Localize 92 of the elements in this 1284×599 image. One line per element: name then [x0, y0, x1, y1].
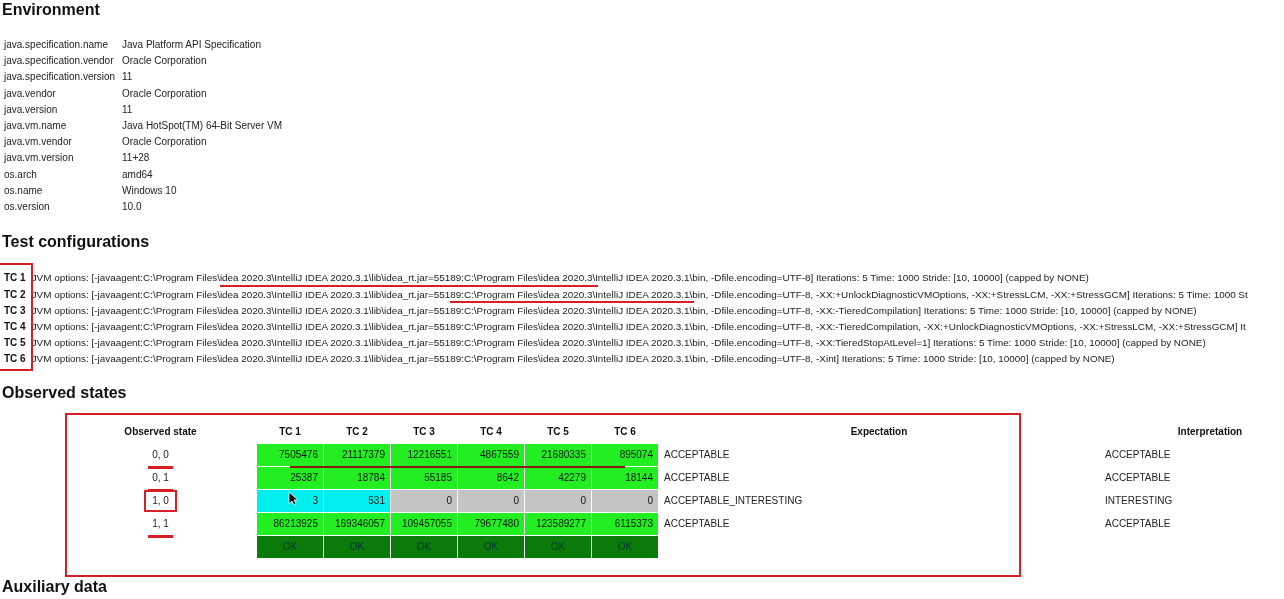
property-name: java.specification.name: [4, 38, 109, 52]
property-name: java.vm.vendor: [4, 135, 73, 150]
expectation-text: ACCEPTABLE: [663, 471, 731, 486]
interpretation-text: ACCEPTABLE: [1104, 448, 1172, 463]
verdict-cell: OK: [458, 536, 524, 559]
count-cell: 4867559: [458, 444, 524, 467]
count-cell: 25387: [257, 467, 323, 490]
property-value: Java HotSpot(TM) 64-Bit Server VM: [122, 119, 283, 133]
section-heading: Environment: [1, 0, 101, 20]
count-cell: 12216551: [391, 444, 457, 467]
count-cell: 8642: [458, 467, 524, 490]
section-heading: Test configurations: [1, 232, 151, 253]
count-cell: 21680335: [525, 444, 591, 467]
verdict-cell: OK: [391, 536, 457, 559]
count-cell: 18144: [592, 467, 658, 490]
count-cell: 0: [592, 490, 658, 513]
column-header: TC 1: [278, 425, 302, 440]
count-cell: 3: [257, 490, 323, 513]
count-cell: 55185: [391, 467, 457, 490]
column-header: Expectation: [849, 425, 909, 440]
section-heading: Observed states: [1, 383, 128, 404]
verdict-cell: OK: [257, 536, 323, 559]
expectation-text: ACCEPTABLE_INTERESTING: [663, 494, 804, 509]
interpretation-text: ACCEPTABLE: [1104, 471, 1172, 486]
verdict-cell: OK: [525, 536, 591, 559]
state-label: 0, 0: [152, 448, 169, 463]
annotation-underline: [148, 466, 173, 470]
config-label: TC 6: [4, 353, 26, 366]
column-header: TC 3: [412, 425, 436, 440]
property-name: os.version: [4, 200, 51, 215]
mouse-cursor-icon: [288, 491, 298, 507]
column-header: TC 5: [546, 425, 570, 440]
config-label: TC 2: [4, 288, 26, 301]
count-cell: 86213925: [257, 513, 323, 536]
count-cell: 123589277: [525, 513, 591, 536]
expectation-text: ACCEPTABLE: [663, 448, 731, 463]
property-value: Oracle Corporation: [122, 86, 208, 101]
count-cell: 79677480: [458, 513, 524, 536]
count-cell: 109457055: [391, 513, 457, 536]
verdict-cell: OK: [324, 536, 390, 559]
column-header: TC 2: [345, 425, 369, 440]
state-label: 1, 1: [152, 517, 169, 532]
column-header: Interpretation: [1176, 425, 1244, 440]
config-options: JVM options: [-javaagent:C:\Program Files\idea 2020.3\IntelliJ IDEA 2020.3.1\lib\idea_rt.jar=55189:C:\Program Files\idea 2020.3\IntelliJ IDEA 2020.3.1\bin, -Dfile.encoding=UTF-8, -XX:TieredStopAtLevel=1] Iterations: 5 Time: 1000 Stride: [10, 10000] (capped by NONE): [31, 337, 1206, 350]
interpretation-text: INTERESTING: [1104, 494, 1174, 509]
section-heading: Auxiliary data: [1, 577, 108, 598]
property-value: 10.0: [122, 200, 143, 215]
property-name: java.vm.name: [4, 119, 68, 133]
count-cell: 0: [391, 490, 457, 513]
interpretation-text: ACCEPTABLE: [1104, 517, 1172, 532]
count-cell: 42279: [525, 467, 591, 490]
expectation-text: ACCEPTABLE: [663, 517, 731, 532]
property-name: java.vendor: [4, 86, 57, 101]
property-name: java.vm.version: [4, 151, 75, 166]
property-name: java.specification.vendor: [4, 54, 115, 69]
property-name: java.version: [4, 102, 59, 117]
state-label: 0, 1: [152, 471, 169, 486]
property-value: Java Platform API Specification: [122, 38, 262, 52]
count-cell: 18784: [324, 467, 390, 490]
property-value: Oracle Corporation: [122, 135, 208, 150]
property-name: os.arch: [4, 167, 38, 182]
annotation-underline: [148, 535, 173, 539]
column-header: TC 6: [613, 425, 637, 440]
verdict-cell: OK: [592, 536, 658, 559]
column-header: Observed state: [123, 425, 198, 440]
count-cell: 895074: [592, 444, 658, 467]
config-label: TC 1: [4, 272, 26, 285]
count-cell: 531: [324, 490, 390, 513]
column-header: TC 4: [479, 425, 503, 440]
config-options: JVM options: [-javaagent:C:\Program Files\idea 2020.3\IntelliJ IDEA 2020.3.1\lib\idea_rt.jar=55189:C:\Program Files\idea 2020.3\IntelliJ IDEA 2020.3.1\bin, -Dfile.encoding=UTF-8, -XX:-TieredCompilation, -XX:+UnlockDiagnosticVMOptions, -XX:+StressLCM, -XX:+StressGCM] It: [31, 320, 1246, 333]
count-cell: 0: [458, 490, 524, 513]
state-label: 1, 0: [152, 494, 169, 509]
property-value: Oracle Corporation: [122, 54, 208, 69]
count-cell: 21117379: [324, 444, 390, 467]
count-cell: 0: [525, 490, 591, 513]
config-label: TC 5: [4, 337, 26, 350]
config-label: TC 3: [4, 304, 26, 317]
property-name: os.name: [4, 183, 44, 198]
property-name: java.specification.version: [4, 70, 117, 85]
count-cell: 6115373: [592, 513, 658, 536]
config-options: JVM options: [-javaagent:C:\Program Files\idea 2020.3\IntelliJ IDEA 2020.3.1\lib\idea_rt.jar=55189:C:\Program Files\idea 2020.3\IntelliJ IDEA 2020.3.1\bin, -Dfile.encoding=UTF-8, -Xint] Iterations: 5 Time: 1000 Stride: [10, 10000] (capped by NONE): [31, 353, 1115, 366]
config-options: JVM options: [-javaagent:C:\Program Files\idea 2020.3\IntelliJ IDEA 2020.3.1\lib\idea_rt.jar=55189:C:\Program Files\idea 2020.3\IntelliJ IDEA 2020.3.1\bin, -Dfile.encoding=UTF-8] Iterations: 5 Time: 1000 Stride: [10, 10000] (capped by NONE): [31, 272, 1089, 285]
config-options: JVM options: [-javaagent:C:\Program Files\idea 2020.3\IntelliJ IDEA 2020.3.1\lib\idea_rt.jar=55189:C:\Program Files\idea 2020.3\IntelliJ IDEA 2020.3.1\bin, -Dfile.encoding=UTF-8, -XX:-TieredCompilation] Iterations: 5 Time: 1000 Stride: [10, 10000] (capped by NONE): [31, 304, 1197, 317]
property-value: 11: [122, 70, 134, 85]
property-value: 11: [122, 102, 134, 117]
property-value: Windows 10: [122, 183, 178, 198]
config-label: TC 4: [4, 320, 26, 333]
count-cell: 7505476: [257, 444, 323, 467]
property-value: amd64: [122, 167, 154, 182]
count-cell: 169346057: [324, 513, 390, 536]
property-value: 11+28: [122, 151, 151, 166]
config-options: JVM options: [-javaagent:C:\Program Files\idea 2020.3\IntelliJ IDEA 2020.3.1\lib\idea_rt.jar=55189:C:\Program Files\idea 2020.3\IntelliJ IDEA 2020.3.1\bin, -Dfile.encoding=UTF-8, -XX:+UnlockDiagnosticVMOptions, -XX:+StressLCM, -XX:+StressGCM] Iterations: 5 Time: 1000 St: [31, 288, 1248, 301]
